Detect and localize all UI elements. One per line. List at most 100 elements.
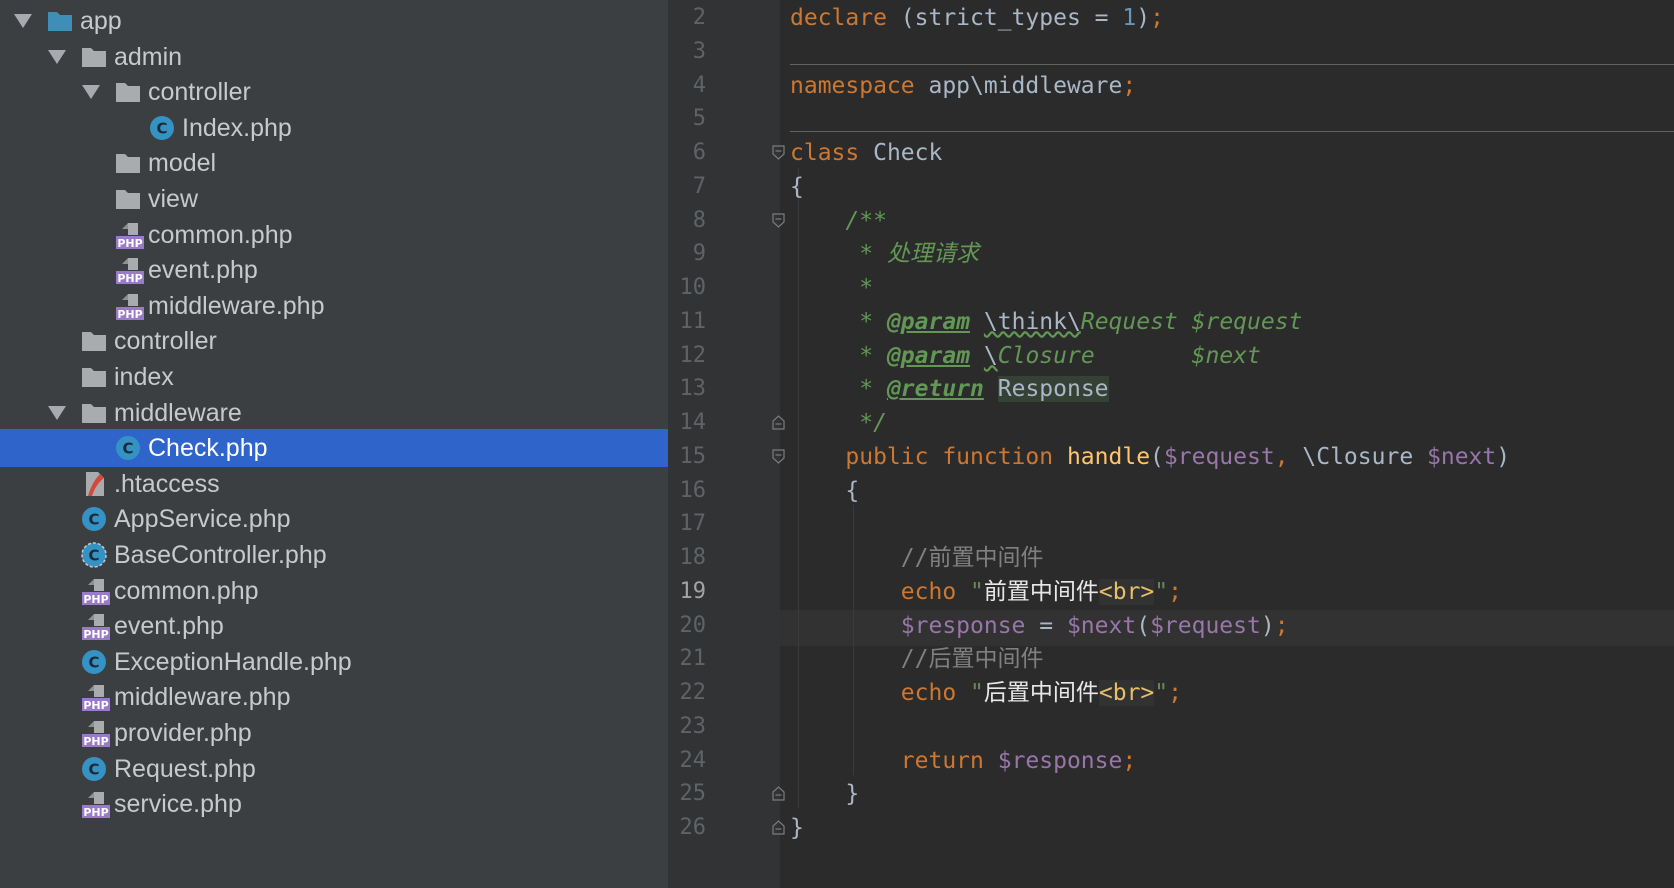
tree-item-admin[interactable]: admin (0, 38, 668, 76)
line-number: 6 (692, 140, 706, 165)
code-text: */ (790, 408, 887, 438)
fold-collapse-icon[interactable] (772, 449, 785, 464)
tree-item-service-php[interactable]: PHP service.php (0, 785, 668, 823)
code-line[interactable]: 25 } (668, 776, 1674, 812)
code-line[interactable]: 18 //前置中间件 (668, 540, 1674, 576)
code-token: @return (886, 376, 984, 403)
code-line[interactable]: 10 * (668, 270, 1674, 306)
code-line[interactable]: 26} (668, 810, 1674, 846)
code-token: * (859, 308, 887, 335)
code-token: " (1154, 680, 1169, 706)
line-number: 16 (679, 477, 707, 503)
code-text: /** (790, 206, 887, 236)
code-line[interactable]: 17 (668, 506, 1674, 542)
tree-item-model[interactable]: model (0, 144, 668, 182)
php-class-icon: C (80, 505, 108, 533)
tree-item-index[interactable]: index (0, 358, 668, 396)
tree-item-controller[interactable]: controller (0, 322, 668, 360)
php-file-icon: PHP (80, 612, 110, 641)
line-number: 12 (679, 342, 707, 368)
tree-item-check-php[interactable]: C Check.php (0, 429, 668, 468)
code-token: //前置中间件 (900, 545, 1044, 571)
tree-item-label: middleware.php (148, 291, 325, 320)
tree-item-event-php[interactable]: PHP event.php (0, 251, 668, 289)
code-token: ; (1122, 72, 1137, 99)
line-number: 26 (679, 815, 707, 840)
code-line[interactable]: 23 (668, 709, 1674, 745)
code-line[interactable]: 14 */ (668, 405, 1674, 441)
code-line[interactable]: 5 (668, 101, 1674, 137)
code-line[interactable]: 22 echo "后置中间件<br>"; (668, 675, 1674, 711)
php-file-icon: PHP (80, 790, 110, 819)
project-tree[interactable]: app admin controller C Index.php model view PHP… (0, 0, 668, 888)
folder-icon (80, 327, 108, 355)
tree-item-htaccess[interactable]: .htaccess (0, 465, 668, 503)
code-line[interactable]: 21 //后置中间件 (668, 641, 1674, 677)
code-line[interactable]: 13 * @return Response (668, 371, 1674, 407)
code-line[interactable]: 3 (668, 34, 1674, 70)
code-editor[interactable]: 2 declare (strict_types = 1); 3 4 namespace … (668, 0, 1674, 888)
tree-item-provider-php[interactable]: PHP provider.php (0, 714, 668, 752)
tree-item-request-php[interactable]: C Request.php (0, 750, 668, 788)
class-icon-letter: C (156, 119, 167, 137)
fold-end-icon[interactable] (772, 415, 785, 430)
line-number: 11 (679, 308, 707, 334)
code-text: $response = $next($request); (790, 611, 1289, 641)
code-token: app\middleware (914, 72, 1123, 99)
tree-item-label: middleware.php (114, 683, 291, 712)
code-line[interactable]: 20 $response = $next($request); (668, 608, 1674, 644)
tree-item-view[interactable]: view (0, 180, 668, 218)
htaccess-file-icon (80, 470, 108, 498)
code-text: echo "后置中间件<br>"; (790, 678, 1182, 708)
tree-item-index-php[interactable]: C Index.php (0, 109, 668, 147)
fold-collapse-icon[interactable] (772, 145, 785, 160)
tree-item-label: view (148, 185, 199, 213)
code-line[interactable]: 4 namespace app\middleware; (668, 68, 1674, 104)
code-line[interactable]: 2 declare (strict_types = 1); (668, 0, 1674, 36)
tree-item-middleware-php[interactable]: PHP middleware.php (0, 678, 668, 716)
code-line[interactable]: 9 * 处理请求 (668, 236, 1674, 272)
tree-item-label: index (114, 363, 174, 391)
chevron-down-icon[interactable] (14, 14, 32, 28)
tree-item-app[interactable]: app (0, 2, 668, 40)
class-icon-letter: C (122, 440, 133, 458)
tree-item-controller[interactable]: controller (0, 73, 668, 111)
php-file-icon: PHP (80, 577, 110, 606)
code-line[interactable]: 24 return $response; (668, 743, 1674, 779)
tree-item-common-php[interactable]: PHP common.php (0, 572, 668, 610)
tree-item-middleware[interactable]: middleware (0, 394, 668, 432)
tree-item-exceptionhandle-php[interactable]: C ExceptionHandle.php (0, 643, 668, 681)
tree-item-appservice-php[interactable]: C AppService.php (0, 500, 668, 538)
line-number: 15 (679, 443, 707, 469)
class-icon-letter: C (88, 511, 99, 529)
code-line[interactable]: 19 echo "前置中间件<br>"; (668, 574, 1674, 610)
tree-item-common-php[interactable]: PHP common.php (0, 216, 668, 254)
code-line[interactable]: 7{ (668, 169, 1674, 205)
code-line[interactable]: 6 class Check (668, 135, 1674, 171)
code-token: $request (1163, 443, 1275, 470)
tree-item-event-php[interactable]: PHP event.php (0, 607, 668, 645)
chevron-down-icon[interactable] (48, 49, 66, 64)
chevron-down-icon[interactable] (48, 405, 66, 420)
line-number: 24 (679, 747, 707, 773)
code-line[interactable]: 16 { (668, 473, 1674, 509)
code-line[interactable]: 8 /** (668, 203, 1674, 239)
tree-item-label: Index.php (182, 113, 292, 142)
tree-item-basecontroller-php[interactable]: C BaseController.php (0, 536, 668, 574)
tree-item-middleware-php[interactable]: PHP middleware.php (0, 287, 668, 325)
fold-collapse-icon[interactable] (772, 212, 785, 228)
code-line[interactable]: 12 * @param \Closure $next (668, 338, 1674, 374)
code-line[interactable]: 11 * @param \think\Request $request (668, 304, 1674, 340)
code-line[interactable]: 15 public function handle($request, \Clo… (668, 439, 1674, 475)
code-token: ; (1168, 680, 1182, 706)
code-token: <br> (1098, 578, 1155, 605)
line-number: 19 (679, 578, 707, 604)
code-text: { (790, 172, 804, 202)
fold-end-icon[interactable] (772, 786, 785, 801)
code-token: return (900, 747, 998, 774)
chevron-down-icon[interactable] (82, 85, 100, 100)
fold-end-icon[interactable] (772, 820, 785, 835)
php-icon-letters: PHP (117, 272, 142, 285)
